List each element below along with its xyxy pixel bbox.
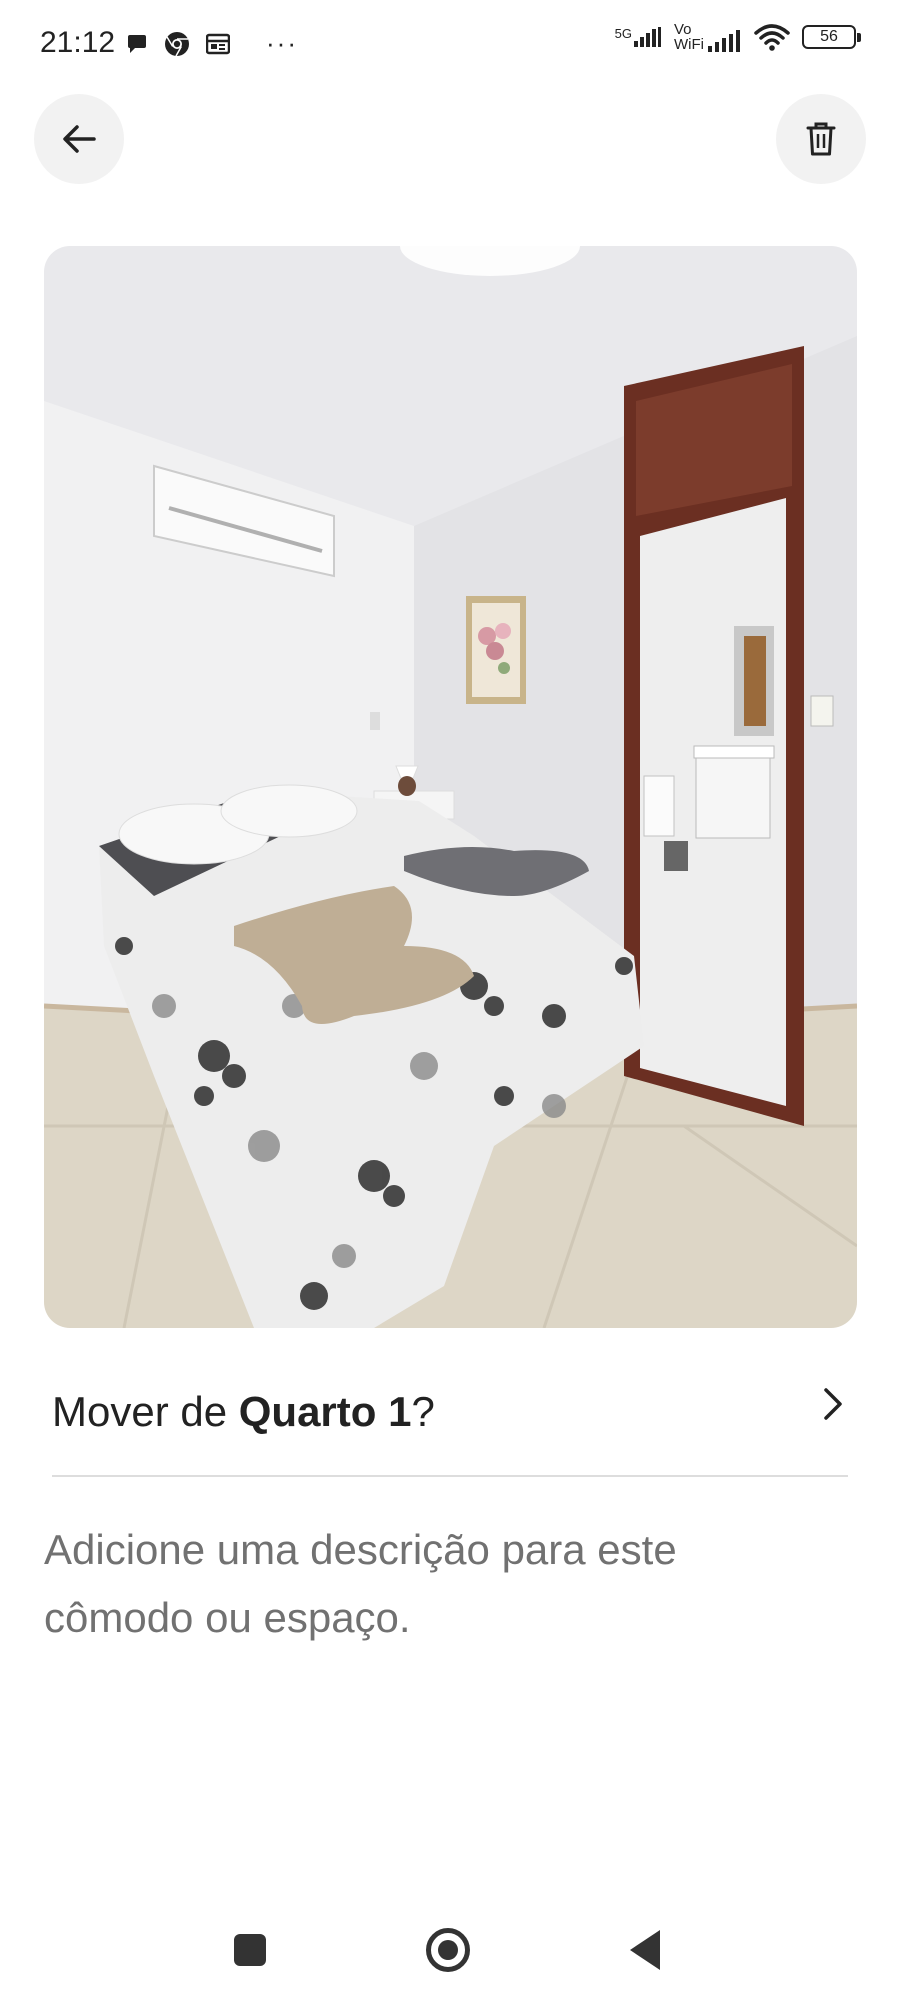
move-room-row[interactable]: Mover de Quarto 1? bbox=[52, 1372, 852, 1452]
status-time: 21:12 bbox=[40, 26, 116, 59]
description-input[interactable]: Adicione uma descrição para este cômodo … bbox=[44, 1516, 804, 1652]
recent-apps-button[interactable] bbox=[234, 1934, 266, 1966]
cell-signal-5g-icon: 5G bbox=[615, 27, 662, 47]
move-room-suffix: ? bbox=[411, 1388, 435, 1435]
chrome-icon bbox=[165, 31, 189, 56]
home-icon bbox=[438, 1940, 458, 1960]
trash-icon bbox=[806, 122, 836, 156]
wifi-icon bbox=[754, 24, 790, 51]
system-back-button[interactable] bbox=[630, 1930, 660, 1970]
vowifi-signal-icon: Vo WiFi bbox=[674, 22, 742, 52]
status-bar: 21:12 ··· 5G Vo WiFi 56 bbox=[0, 0, 900, 90]
chevron-right-icon bbox=[824, 1388, 842, 1420]
divider bbox=[52, 1475, 848, 1477]
arrow-left-icon bbox=[63, 125, 96, 153]
calendar-icon bbox=[206, 33, 230, 54]
vowifi-top-label: Vo bbox=[674, 21, 692, 38]
status-right-icons: 5G Vo WiFi 56 bbox=[615, 22, 861, 52]
chat-bubble-icon bbox=[128, 34, 146, 53]
bedroom-photo bbox=[44, 246, 857, 1328]
more-notifications-icon: ··· bbox=[266, 28, 298, 58]
status-notification-icons: ··· bbox=[126, 28, 298, 59]
delete-photo-button[interactable] bbox=[776, 94, 866, 184]
vowifi-bottom-label: WiFi bbox=[674, 36, 704, 53]
battery-level: 56 bbox=[820, 28, 838, 45]
move-room-name: Quarto 1 bbox=[238, 1388, 412, 1435]
network-5g-label: 5G bbox=[614, 26, 632, 41]
move-room-label: Mover de Quarto 1? bbox=[52, 1388, 435, 1436]
home-button[interactable] bbox=[426, 1928, 470, 1972]
battery-icon: 56 bbox=[802, 25, 861, 49]
back-button[interactable] bbox=[34, 94, 124, 184]
move-room-prefix: Mover de bbox=[52, 1388, 239, 1435]
